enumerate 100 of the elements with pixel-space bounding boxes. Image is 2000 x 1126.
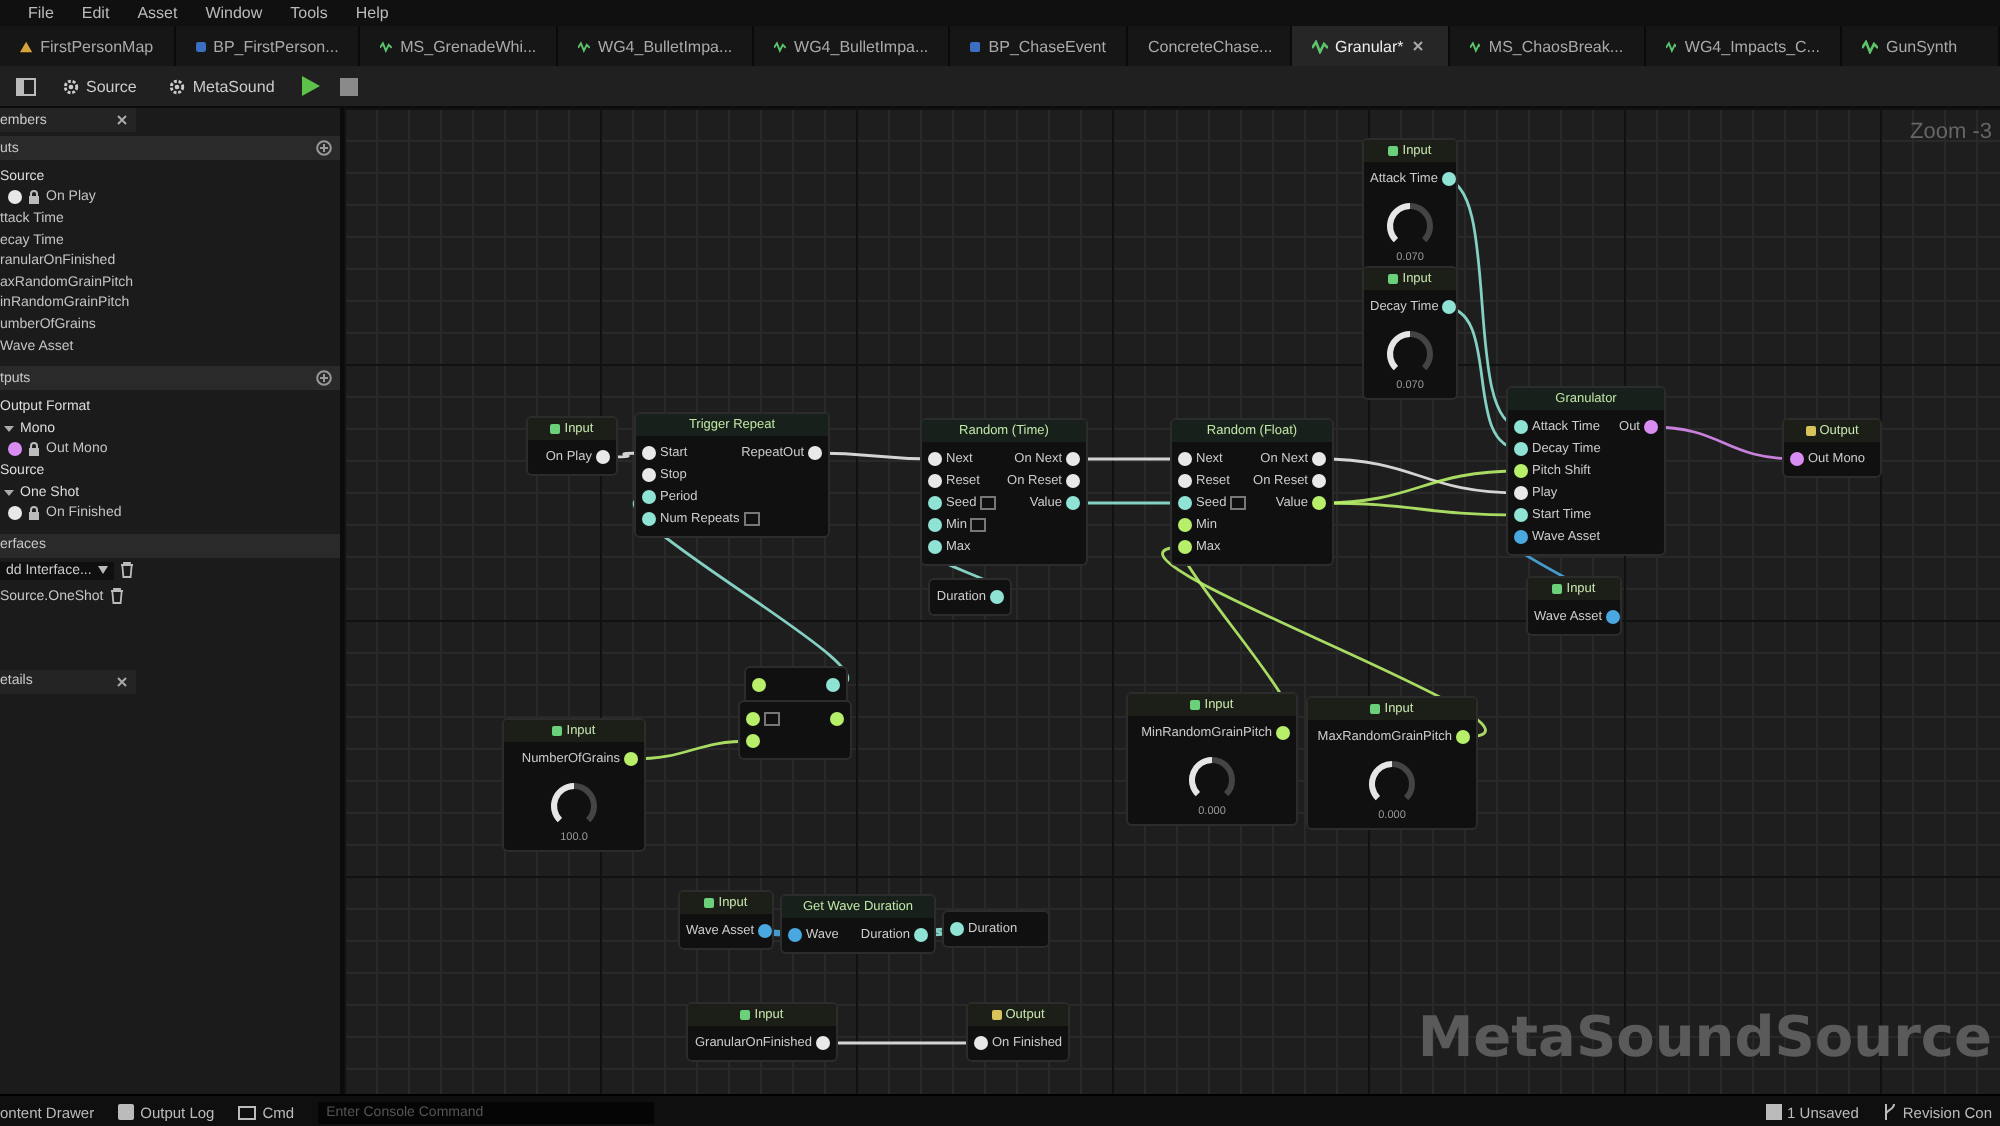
toolbar-button[interactable]: MetaSound: [162, 75, 281, 97]
pin-handle[interactable]: [746, 712, 760, 726]
pin-handle[interactable]: [1312, 452, 1326, 466]
pin-handle[interactable]: [1514, 442, 1528, 456]
pin-handle[interactable]: [1514, 486, 1528, 500]
tab-label: GunSynth: [1885, 37, 1958, 55]
menu-item[interactable]: Edit: [81, 4, 110, 22]
menu-item[interactable]: Tools: [290, 4, 328, 22]
document-tab[interactable]: Granular*: [1291, 26, 1450, 66]
caret-icon[interactable]: [4, 487, 14, 498]
close-icon[interactable]: [1411, 40, 1424, 52]
value-field[interactable]: [1230, 496, 1247, 510]
pin-handle[interactable]: [758, 924, 773, 938]
add-icon[interactable]: [316, 370, 332, 387]
pin-handle[interactable]: [1066, 474, 1080, 488]
node-icon: [550, 424, 561, 434]
pin-handle[interactable]: [1178, 518, 1192, 532]
pin-handle[interactable]: [1178, 452, 1192, 466]
pin-handle[interactable]: [914, 928, 928, 942]
pin-handle[interactable]: [1066, 452, 1080, 466]
pin-handle[interactable]: [1514, 420, 1528, 434]
pin-handle[interactable]: [974, 1036, 988, 1050]
document-tab[interactable]: GunSynth: [1841, 26, 2000, 66]
pin-handle[interactable]: [928, 474, 942, 488]
play-icon[interactable]: [300, 76, 321, 96]
caret-icon[interactable]: [4, 423, 14, 434]
pin-handle[interactable]: [928, 452, 942, 466]
pin-handle[interactable]: [752, 678, 766, 692]
tab-label: MS_GrenadeWhi...: [400, 37, 537, 55]
pin-handle[interactable]: [928, 496, 942, 510]
toolbar-button[interactable]: Source: [56, 75, 143, 97]
pin-handle[interactable]: [642, 490, 656, 504]
pin-handle[interactable]: [1276, 726, 1290, 740]
pin-handle[interactable]: [1606, 610, 1621, 624]
pin-handle[interactable]: [642, 446, 656, 460]
pin-handle[interactable]: [1514, 530, 1528, 544]
tab-label: Granular*: [1335, 37, 1404, 55]
math-node[interactable]: [746, 668, 846, 702]
pin-handle[interactable]: [1312, 496, 1326, 510]
pin-handle[interactable]: [1312, 474, 1326, 488]
document-tab[interactable]: WG4_BulletImpa...: [558, 26, 755, 66]
pin-handle[interactable]: [642, 468, 656, 482]
stop-icon[interactable]: [340, 77, 359, 95]
document-tab[interactable]: BP_FirstPerson...: [175, 26, 361, 66]
pin-handle[interactable]: [928, 518, 942, 532]
lock-icon: [28, 190, 40, 205]
math-node[interactable]: [740, 702, 850, 758]
document-tab[interactable]: WG4_Impacts_C...: [1645, 26, 1842, 66]
pin-handle[interactable]: [808, 446, 822, 460]
pin-handle[interactable]: [1514, 508, 1528, 522]
menu-item[interactable]: File: [28, 4, 54, 22]
pin-handle[interactable]: [830, 712, 844, 726]
value-field[interactable]: [764, 712, 780, 726]
document-tab[interactable]: ConcreteChase...: [1127, 26, 1292, 66]
lock-icon: [28, 506, 40, 521]
menu-item[interactable]: Asset: [137, 4, 178, 22]
node-icon: [1370, 704, 1381, 714]
pin-handle[interactable]: [950, 922, 964, 936]
tab-label: WG4_BulletImpa...: [598, 37, 733, 55]
pin-handle[interactable]: [1456, 730, 1470, 744]
panel-toggle-icon[interactable]: [16, 77, 36, 95]
waveform-icon: [380, 39, 393, 53]
tab-label: MS_ChaosBreak...: [1488, 37, 1624, 55]
document-tab[interactable]: MS_ChaosBreak...: [1449, 26, 1646, 66]
menu-item[interactable]: Window: [205, 4, 263, 22]
menu-item[interactable]: Help: [355, 4, 389, 22]
pin-handle[interactable]: [1066, 496, 1080, 510]
document-tab[interactable]: WG4_BulletImpa...: [754, 26, 951, 66]
pin-handle[interactable]: [1442, 300, 1457, 314]
pin-handle[interactable]: [816, 1036, 830, 1050]
value-field[interactable]: [743, 512, 760, 526]
document-tab[interactable]: MS_GrenadeWhi...: [360, 26, 559, 66]
pin-handle[interactable]: [1514, 464, 1528, 478]
pin-handle[interactable]: [928, 540, 942, 554]
pin-handle[interactable]: [642, 512, 656, 526]
terminal-icon: [238, 1105, 257, 1119]
close-icon[interactable]: [116, 114, 128, 126]
pin-handle[interactable]: [1178, 474, 1192, 488]
pin-handle[interactable]: [1178, 496, 1192, 510]
document-tab[interactable]: FirstPersonMap: [0, 26, 176, 66]
pin-handle[interactable]: [1790, 452, 1804, 466]
pin-handle[interactable]: [1441, 172, 1456, 186]
pin-handle[interactable]: [826, 678, 840, 692]
pin-handle[interactable]: [624, 752, 638, 766]
value-field[interactable]: [980, 496, 997, 510]
trash-icon[interactable]: [109, 588, 124, 605]
node-icon: [991, 1010, 1002, 1020]
pin-handle[interactable]: [1644, 420, 1658, 434]
pin-handle[interactable]: [746, 734, 760, 748]
node-icon: [552, 726, 563, 736]
pin-handle[interactable]: [990, 590, 1004, 604]
pin-handle[interactable]: [596, 450, 610, 464]
value-field[interactable]: [970, 518, 987, 532]
tab-label: WG4_BulletImpa...: [794, 37, 929, 55]
close-icon[interactable]: [116, 675, 128, 688]
document-tab[interactable]: BP_ChaseEvent: [950, 26, 1128, 66]
trash-icon[interactable]: [119, 562, 134, 579]
pin-handle[interactable]: [1178, 540, 1192, 554]
add-icon[interactable]: [316, 140, 332, 156]
pin-handle[interactable]: [788, 928, 802, 942]
